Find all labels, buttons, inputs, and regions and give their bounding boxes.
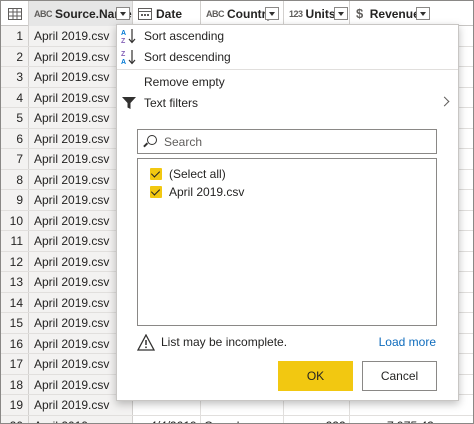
filter-dropdown-button[interactable] bbox=[265, 7, 279, 20]
sort-ascending-icon: AZ bbox=[120, 27, 138, 45]
filter-dropdown-button[interactable] bbox=[116, 7, 130, 20]
select-all-checkbox[interactable] bbox=[150, 168, 162, 180]
row-number: 11 bbox=[1, 231, 29, 251]
value-list: (Select all) April 2019.csv bbox=[137, 158, 437, 326]
chevron-right-icon bbox=[439, 96, 450, 107]
number-type-icon: 123 bbox=[289, 8, 303, 19]
column-header-revenue[interactable]: $ Revenue bbox=[350, 1, 473, 26]
sort-descending-item[interactable]: ZA Sort descending bbox=[117, 46, 458, 67]
row-number: 6 bbox=[1, 128, 29, 148]
row-number: 10 bbox=[1, 210, 29, 230]
column-header-source-name[interactable]: ABC Source.Name bbox=[29, 1, 133, 26]
currency-type-icon: $ bbox=[356, 6, 363, 21]
search-icon bbox=[147, 135, 157, 145]
svg-text:A: A bbox=[121, 30, 126, 37]
source-name-cell: April 2019.csv bbox=[29, 415, 133, 423]
country-cell: Canada bbox=[201, 415, 284, 423]
filter-funnel-icon bbox=[120, 94, 138, 112]
column-header-units[interactable]: 123 Units bbox=[284, 1, 350, 26]
warning-icon bbox=[137, 333, 155, 351]
row-number: 16 bbox=[1, 333, 29, 353]
row-number: 14 bbox=[1, 292, 29, 312]
load-more-link[interactable]: Load more bbox=[379, 335, 436, 349]
filter-dropdown-button[interactable] bbox=[334, 7, 348, 20]
column-header-label: Date bbox=[156, 6, 183, 21]
sort-descending-icon: ZA bbox=[120, 48, 138, 66]
row-number: 17 bbox=[1, 354, 29, 374]
sort-ascending-label: Sort ascending bbox=[144, 28, 225, 43]
table-icon bbox=[7, 7, 22, 20]
row-number: 1 bbox=[1, 26, 29, 46]
calendar-icon bbox=[138, 8, 152, 20]
search-placeholder: Search bbox=[164, 134, 203, 149]
svg-text:Z: Z bbox=[121, 38, 126, 45]
cancel-button[interactable]: Cancel bbox=[362, 361, 437, 391]
filter-dropdown-button[interactable] bbox=[416, 7, 430, 20]
sort-descending-label: Sort descending bbox=[144, 49, 231, 64]
revenue-cell: 7,975.43 bbox=[350, 416, 473, 424]
row-number: 4 bbox=[1, 87, 29, 107]
row-number: 3 bbox=[1, 67, 29, 87]
units-cell: 222 bbox=[284, 415, 350, 423]
row-number: 9 bbox=[1, 190, 29, 210]
menu-divider bbox=[117, 69, 458, 70]
search-box[interactable]: Search bbox=[137, 129, 437, 154]
value-label: April 2019.csv bbox=[169, 185, 245, 199]
table-menu-button[interactable] bbox=[1, 1, 29, 26]
row-number: 19 bbox=[1, 395, 29, 415]
sort-ascending-item[interactable]: AZ Sort ascending bbox=[117, 25, 458, 46]
column-header-country[interactable]: ABC Country bbox=[201, 1, 284, 26]
column-header-label: Units bbox=[305, 6, 336, 21]
text-type-icon: ABC bbox=[34, 8, 53, 19]
row-number: 13 bbox=[1, 272, 29, 292]
row-number: 18 bbox=[1, 374, 29, 394]
svg-text:A: A bbox=[121, 59, 126, 66]
table-row: 20April 2019.csv4/4/2019Canada2227,975.4… bbox=[1, 415, 473, 424]
column-header-label: Revenue bbox=[369, 6, 420, 21]
incomplete-warning: List may be incomplete. bbox=[137, 333, 287, 351]
row-number: 8 bbox=[1, 169, 29, 189]
row-number: 20 bbox=[1, 415, 29, 423]
filter-dropdown-menu: AZ Sort ascending ZA Sort descending Rem… bbox=[116, 24, 459, 401]
ok-button[interactable]: OK bbox=[278, 361, 353, 391]
select-all-label: (Select all) bbox=[169, 167, 226, 181]
text-type-icon: ABC bbox=[206, 8, 225, 19]
svg-text:Z: Z bbox=[121, 51, 126, 58]
date-cell: 4/4/2019 bbox=[133, 415, 201, 423]
row-number: 12 bbox=[1, 251, 29, 271]
column-header-row: ABC Source.Name Date ABC Country 123 Uni… bbox=[1, 1, 473, 26]
row-number: 15 bbox=[1, 313, 29, 333]
row-number: 5 bbox=[1, 108, 29, 128]
column-header-date[interactable]: Date bbox=[133, 1, 201, 26]
remove-empty-item[interactable]: Remove empty bbox=[117, 71, 458, 92]
warning-text: List may be incomplete. bbox=[161, 335, 288, 349]
text-filters-label: Text filters bbox=[144, 95, 199, 110]
row-number: 7 bbox=[1, 149, 29, 169]
row-number: 2 bbox=[1, 46, 29, 66]
value-checkbox[interactable] bbox=[150, 186, 162, 198]
text-filters-item[interactable]: Text filters bbox=[117, 92, 458, 113]
remove-empty-label: Remove empty bbox=[144, 74, 225, 89]
